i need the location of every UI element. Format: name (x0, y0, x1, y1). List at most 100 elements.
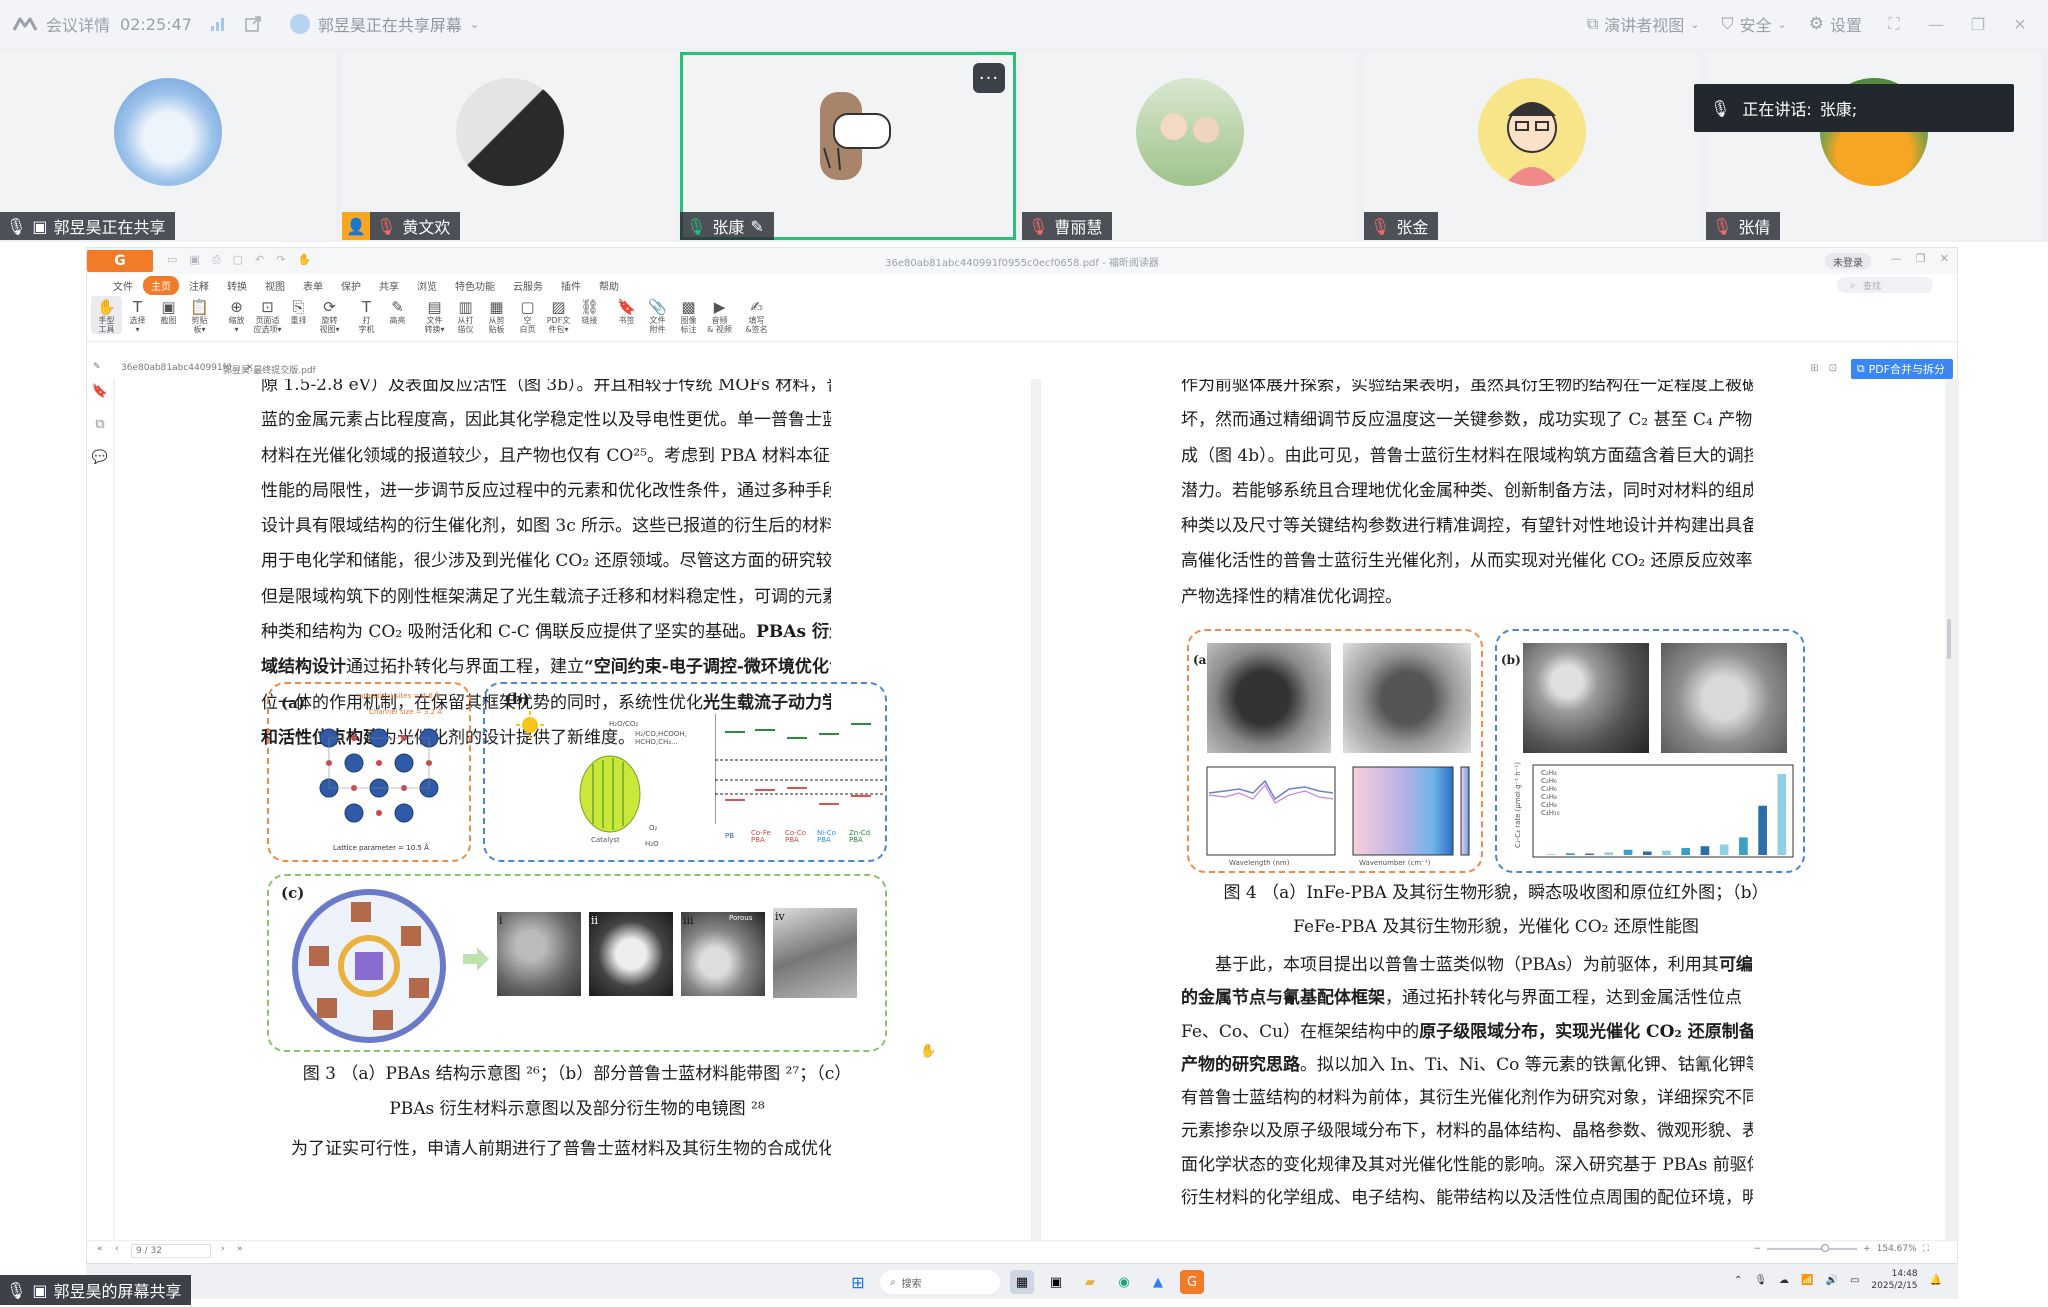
menu-item[interactable]: 表单 (295, 276, 331, 295)
ribbon-tool-button[interactable]: ✎ 高亮 (382, 296, 413, 325)
page-number-input[interactable]: 9 / 32 (131, 1244, 211, 1258)
menu-item[interactable]: 转换 (219, 276, 255, 295)
foxit-logo-button[interactable]: G (87, 250, 153, 272)
ribbon-tool-button[interactable]: ▦ 从剪 贴板 (481, 296, 512, 334)
participant-tile[interactable]: 🎙 ▣ 郭昱昊正在共享 (0, 52, 336, 240)
windows-start-icon[interactable]: ⊞ (846, 1270, 870, 1294)
minimize-icon[interactable]: — (1891, 252, 1902, 265)
edge-browser-icon[interactable]: ◉ (1112, 1270, 1136, 1294)
ribbon-tool-button[interactable]: ⛓ 链接 (574, 296, 605, 325)
ribbon-tool-button[interactable]: ▤ 文件 转换▾ (419, 296, 450, 334)
ribbon-tool-button[interactable]: ⎘ 重排 (283, 296, 314, 325)
ribbon-tool-button[interactable]: T打 字机 (351, 296, 382, 334)
bookmark-icon[interactable]: 🔖 (92, 384, 108, 399)
ribbon-tool-button[interactable]: ▶ 音频 & 视频 (704, 296, 735, 334)
restore-icon[interactable]: ❐ (1916, 252, 1926, 265)
print-icon[interactable]: ⎙ (212, 253, 221, 267)
cloud-icon[interactable]: ☁ (1779, 1275, 1789, 1286)
file-explorer-icon[interactable]: ▰ (1078, 1270, 1102, 1294)
ribbon-tool-button[interactable]: 📋 剪贴 板▾ (184, 296, 215, 334)
foxit-reader-icon[interactable]: G (1180, 1270, 1204, 1294)
participant-tile[interactable]: 🎙 曹丽慧 (1022, 52, 1358, 240)
more-options-button[interactable]: ··· (973, 63, 1005, 93)
zoom-out-icon[interactable]: − (1754, 1244, 1762, 1254)
widgets-icon[interactable]: ▦ (1010, 1270, 1034, 1294)
meeting-details-button[interactable]: 会议详情 (12, 12, 110, 36)
participant-tile[interactable]: 👤 🎙 黄文欢 (342, 52, 678, 240)
next-page-icon[interactable]: › (221, 1244, 225, 1254)
zoom-in-icon[interactable]: + (1863, 1244, 1871, 1254)
close-icon[interactable]: ✕ (2010, 14, 2030, 34)
undo-icon[interactable]: ↶ (255, 253, 264, 267)
search-input[interactable]: ⌕ 查找 (1837, 277, 1933, 293)
menu-item[interactable]: 主页 (143, 275, 179, 295)
ribbon-tool-button[interactable]: 📎 文件 附件 (642, 296, 673, 334)
pdf-canvas[interactable]: 隙 1.5-2.8 eV）及表面反应活性（图 3b）。并且相较于传统 MOFs … (113, 379, 1959, 1240)
new-icon[interactable]: ▢ (233, 253, 243, 267)
menu-item[interactable]: 视图 (257, 276, 293, 295)
taskbar-clock[interactable]: 14:48 2025/2/15 (1871, 1268, 1917, 1292)
ribbon-tool-button[interactable]: ✍ 填写 &签名 (741, 296, 772, 334)
tencent-meeting-icon[interactable]: ▲ (1146, 1270, 1170, 1294)
login-button[interactable]: 未登录 (1825, 253, 1871, 269)
ribbon-tool-button[interactable]: ▨ PDF文 件包▾ (543, 296, 574, 334)
ribbon-tool-button[interactable]: ▩ 图像 标注 (673, 296, 704, 334)
comment-icon[interactable]: 💬 (92, 450, 108, 465)
menu-item[interactable]: 特色功能 (447, 276, 503, 295)
taskbar-search[interactable]: ⌕ 搜索 (880, 1270, 1000, 1294)
participant-tile[interactable]: 🎙 张金 (1364, 52, 1700, 240)
first-page-icon[interactable]: « (97, 1244, 103, 1254)
ribbon-tool-button[interactable]: ✋ 手型 工具 (91, 296, 122, 334)
open-icon[interactable]: ▭ (167, 253, 177, 267)
menu-item[interactable]: 注释 (181, 276, 217, 295)
security-button[interactable]: ⛉ 安全 ⌄ (1721, 12, 1786, 36)
menu-item[interactable]: 文件 (105, 276, 141, 295)
tab-document-2[interactable]: 郭昱昊-最终提交版.pdf (223, 363, 316, 376)
close-icon[interactable]: ✕ (1940, 252, 1949, 265)
notification-icon[interactable]: 🔔 (1930, 1275, 1942, 1286)
menu-item[interactable]: 帮助 (591, 276, 627, 295)
presenter-view-button[interactable]: ⧉ 演讲者视图 ⌄ (1587, 12, 1700, 36)
menu-item[interactable]: 浏览 (409, 276, 445, 295)
hand-icon[interactable]: ✋ (297, 253, 311, 267)
fit-icon[interactable]: ⛶ (1923, 1244, 1929, 1254)
last-page-icon[interactable]: » (237, 1244, 243, 1254)
battery-icon[interactable]: ▭ (1850, 1275, 1859, 1286)
grid-icon[interactable]: ⊞ (1810, 363, 1818, 374)
ribbon-tool-button[interactable]: ▣ 截图 (153, 296, 184, 325)
ribbon-tool-button[interactable]: T 选择 ▾ (122, 296, 153, 334)
fullscreen-icon[interactable]: ⛶ (1884, 14, 1904, 34)
participant-tile[interactable]: 🎙 张倩 (1706, 52, 2042, 240)
minimize-icon[interactable]: — (1926, 14, 1946, 34)
ribbon-tool-button[interactable]: ⟳ 旋转 视图▾ (314, 296, 345, 334)
participant-tile-active[interactable]: ··· 🎙 张康 ✎ (680, 52, 1016, 240)
sharing-status-dropdown[interactable]: 郭昱昊正在共享屏幕 ⌄ (289, 12, 479, 36)
settings-button[interactable]: ⚙ 设置 (1809, 12, 1862, 36)
signal-icon[interactable] (210, 16, 226, 32)
menu-item[interactable]: 云服务 (505, 276, 551, 295)
menu-item[interactable]: 共享 (371, 276, 407, 295)
ribbon-tool-button[interactable]: ▢ 空 白页 (512, 296, 543, 334)
redo-icon[interactable]: ↷ (276, 253, 285, 267)
zoom-slider[interactable] (1767, 1244, 1858, 1252)
popout-icon[interactable] (244, 15, 262, 33)
menu-item[interactable]: 插件 (553, 276, 589, 295)
pdf-merge-split-button[interactable]: ⧉ PDF合并与拆分 (1850, 359, 1953, 379)
ribbon-tool-button[interactable]: ⊕ 缩放 ▾ (221, 296, 252, 334)
vertical-scrollbar[interactable] (1947, 619, 1951, 659)
task-view-icon[interactable]: ▣ (1044, 1270, 1068, 1294)
volume-icon[interactable]: 🔊 (1825, 1275, 1837, 1286)
pages-icon[interactable]: ⧉ (95, 417, 104, 432)
ribbon-tool-button[interactable]: ▥ 从打 描仪 (450, 296, 481, 334)
ribbon-tool-button[interactable]: ⊡ 页面适 应选项▾ (252, 296, 283, 334)
pen-icon[interactable]: ✎ (93, 362, 101, 372)
menu-item[interactable]: 保护 (333, 276, 369, 295)
save-icon[interactable]: ▣ (189, 253, 199, 267)
ribbon-tool-button[interactable]: 🔖 书签 (611, 296, 642, 325)
mic-icon[interactable]: 🎙 (1754, 1275, 1767, 1286)
chevron-up-icon[interactable]: ⌃ (1734, 1275, 1742, 1286)
restore-icon[interactable]: ❐ (1968, 14, 1988, 34)
single-page-icon[interactable]: ⊡ (1829, 363, 1837, 374)
wifi-icon[interactable]: 📶 (1801, 1275, 1813, 1286)
prev-page-icon[interactable]: ‹ (115, 1244, 119, 1254)
